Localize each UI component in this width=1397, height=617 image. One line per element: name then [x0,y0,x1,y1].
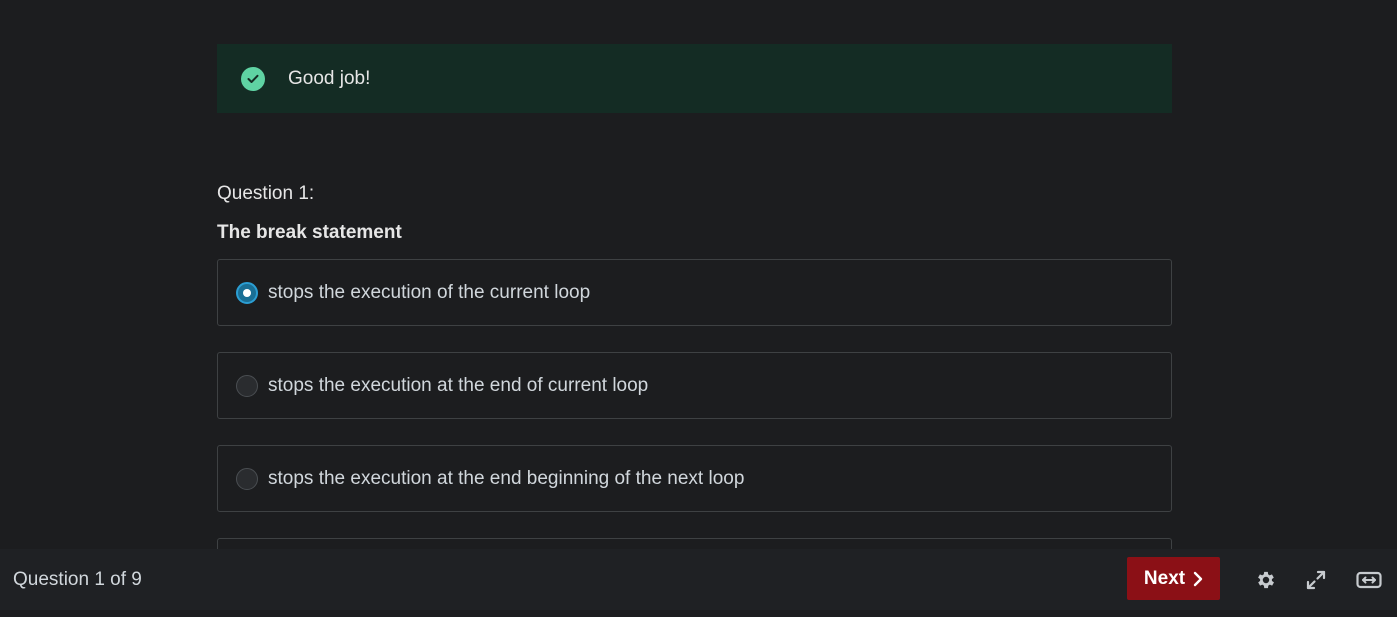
answer-list: stops the execution of the current loop … [217,259,1172,558]
radio-button[interactable] [236,374,258,397]
next-button-label: Next [1143,567,1186,589]
question-progress: Question 1 of 9 [13,569,142,590]
expand-icon[interactable] [1303,567,1329,593]
radio-button-selected[interactable] [236,281,258,304]
check-circle-icon [241,66,265,91]
chevron-right-icon [1193,571,1203,587]
answer-label: stops the execution of the current loop [268,281,591,303]
question-number: Question 1: [217,183,315,204]
quiz-footer: Question 1 of 9 Next [0,549,1397,610]
expand-width-icon[interactable] [1356,567,1382,593]
quiz-content: Good job! Question 1: The break statemen… [217,44,1172,558]
success-alert: Good job! [217,44,1172,113]
bottom-edge [0,610,1397,617]
answer-label: stops the execution at the end of curren… [268,374,649,396]
next-button[interactable]: Next [1127,557,1220,600]
question-prompt: The break statement [217,222,402,243]
answer-option-3[interactable]: stops the execution at the end beginning… [217,445,1172,512]
success-message: Good job! [288,67,371,89]
answer-option-1[interactable]: stops the execution of the current loop [217,259,1172,326]
radio-button[interactable] [236,467,258,490]
answer-option-2[interactable]: stops the execution at the end of curren… [217,352,1172,419]
answer-label: stops the execution at the end beginning… [268,467,745,489]
quiz-page: Good job! Question 1: The break statemen… [0,0,1397,617]
settings-icon[interactable] [1253,567,1279,593]
